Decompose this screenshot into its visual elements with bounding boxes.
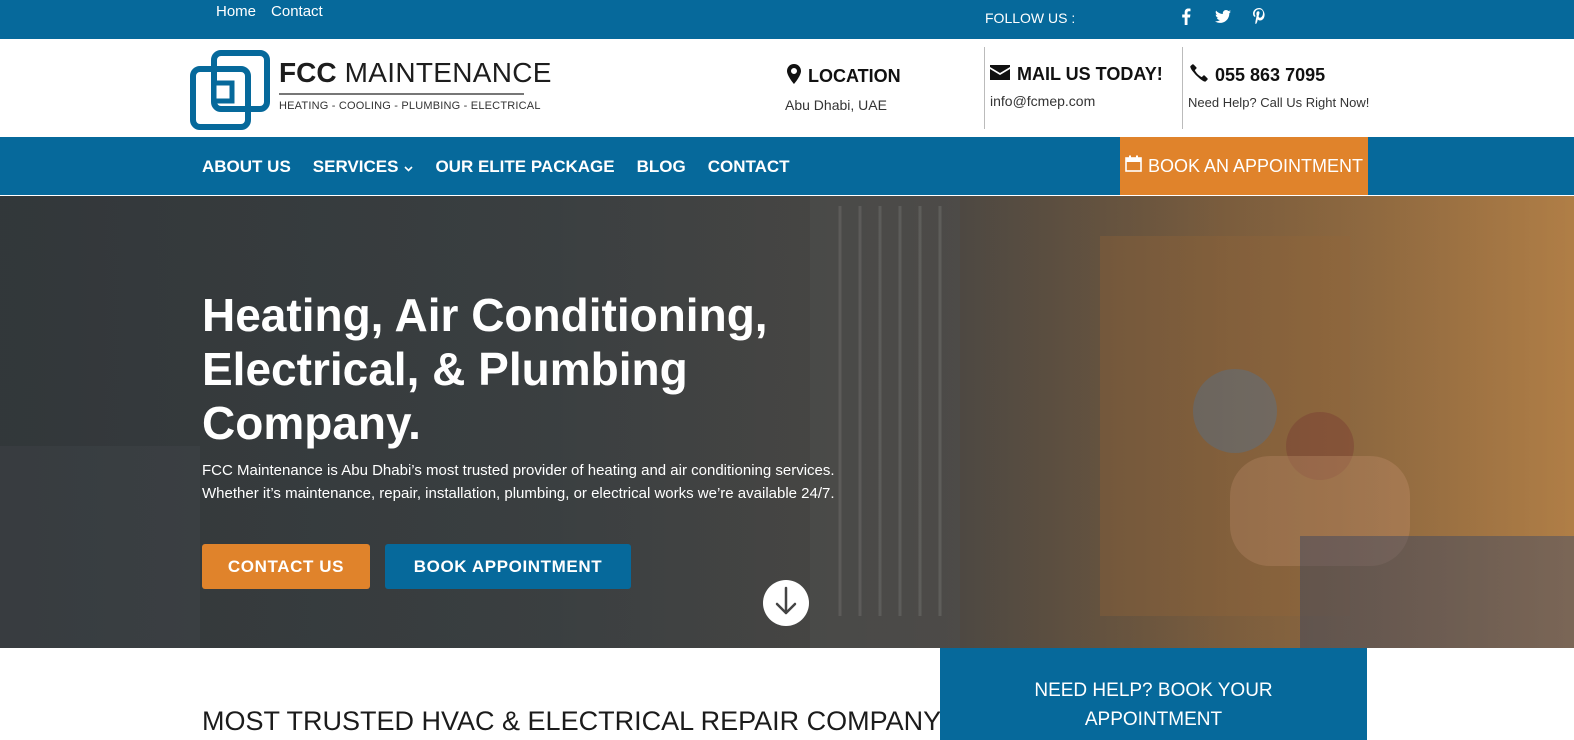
top-link-contact[interactable]: Contact (271, 3, 323, 20)
twitter-icon[interactable] (1215, 7, 1231, 25)
location-title: LOCATION (808, 66, 901, 86)
top-bar: Home Contact FOLLOW US : (0, 0, 1574, 39)
mail-address[interactable]: info@fcmep.com (990, 93, 1163, 109)
scroll-down-button[interactable] (763, 580, 809, 626)
location-detail: Abu Dhabi, UAE (785, 97, 887, 113)
main-nav: ABOUT US SERVICES OUR ELITE PACKAGE BLOG… (0, 137, 1574, 195)
logo-brand-rest: MAINTENANCE (344, 57, 552, 88)
nav-item-blog[interactable]: BLOG (637, 157, 686, 177)
top-link-home[interactable]: Home (216, 3, 256, 20)
follow-us-label: FOLLOW US : (985, 10, 1076, 26)
map-pin-icon (787, 64, 801, 89)
hero-title: Heating, Air Conditioning, Electrical, &… (202, 289, 768, 449)
site-header: FCC MAINTENANCE HEATING - COOLING - PLUM… (0, 39, 1574, 137)
pinterest-icon[interactable] (1252, 7, 1266, 25)
book-appointment-nav-button[interactable]: BOOK AN APPOINTMENT (1120, 137, 1368, 195)
top-links: Home Contact (216, 3, 323, 20)
mail-block: MAIL US TODAY! info@fcmep.com (990, 64, 1163, 109)
hero-description-line-1: FCC Maintenance is Abu Dhabi’s most trus… (202, 462, 835, 479)
logo-text[interactable]: FCC MAINTENANCE (279, 57, 552, 89)
facebook-icon[interactable] (1179, 7, 1193, 25)
phone-number[interactable]: 055 863 7095 (1215, 65, 1325, 86)
logo-tagline: HEATING - COOLING - PLUMBING - ELECTRICA… (279, 100, 541, 112)
book-appointment-button[interactable]: BOOK APPOINTMENT (385, 544, 631, 589)
hero-description-line-2: Whether it’s maintenance, repair, instal… (202, 485, 835, 502)
calendar-icon (1125, 155, 1142, 177)
nav-item-about-us[interactable]: ABOUT US (202, 157, 291, 177)
hero-banner: Heating, Air Conditioning, Electrical, &… (0, 196, 1574, 648)
header-divider (1182, 47, 1183, 129)
location-block: LOCATION Abu Dhabi, UAE (785, 64, 901, 113)
phone-icon (1190, 64, 1208, 87)
help-box-line-1: NEED HELP? BOOK YOUR (1034, 680, 1273, 701)
contact-us-button[interactable]: CONTACT US (202, 544, 370, 589)
phone-block: 055 863 7095 Need Help? Call Us Right No… (1188, 64, 1370, 110)
nav-item-services[interactable]: SERVICES (313, 157, 414, 177)
phone-detail: Need Help? Call Us Right Now! (1188, 95, 1370, 110)
arrow-down-icon (774, 586, 798, 621)
help-booking-box[interactable]: NEED HELP? BOOK YOUR APPOINTMENT (940, 648, 1367, 740)
logo-icon[interactable] (190, 50, 270, 130)
logo-brand-bold: FCC (279, 57, 337, 88)
section-heading: MOST TRUSTED HVAC & ELECTRICAL REPAIR CO… (202, 706, 942, 736)
help-box-line-2: APPOINTMENT (1084, 709, 1223, 730)
header-divider (984, 47, 985, 129)
hero-description: FCC Maintenance is Abu Dhabi’s most trus… (202, 459, 922, 505)
chevron-down-icon (404, 157, 414, 177)
mail-title: MAIL US TODAY! (1017, 64, 1163, 84)
book-appointment-nav-label: BOOK AN APPOINTMENT (1147, 155, 1364, 176)
logo-divider (279, 93, 524, 95)
nav-item-elite-package[interactable]: OUR ELITE PACKAGE (435, 157, 614, 177)
envelope-icon (990, 64, 1010, 85)
nav-item-contact[interactable]: CONTACT (708, 157, 790, 177)
